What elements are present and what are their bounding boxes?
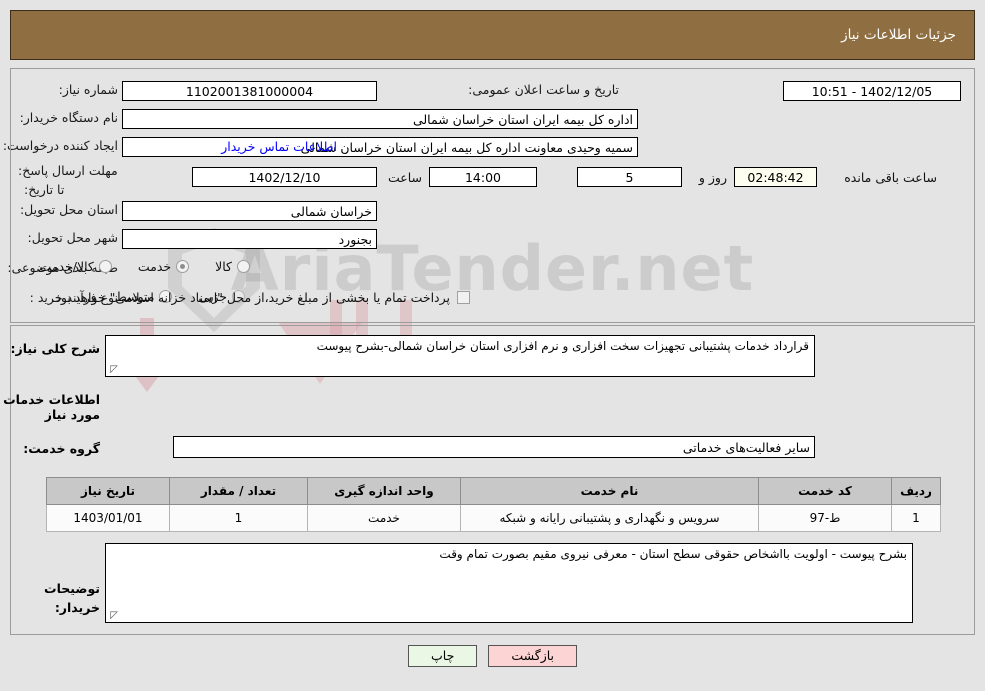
need-summary-label: شرح کلی نیاز:	[10, 341, 100, 356]
treasury-checkbox-icon[interactable]	[457, 291, 470, 304]
buyer-org-value: اداره کل بیمه ایران استان خراسان شمالی	[122, 109, 638, 129]
response-deadline-countdown: 02:48:42	[734, 167, 817, 187]
radio-kala-khedmat-icon[interactable]	[98, 260, 112, 273]
th-service-code: کد خدمت	[758, 477, 892, 505]
page-title-bar: جزئیات اطلاعات نیاز	[10, 10, 975, 60]
radio-khedmat-icon[interactable]	[176, 260, 190, 273]
delivery-province-value: خراسان شمالی	[122, 201, 377, 221]
radio-option-kala[interactable]: کالا	[215, 259, 250, 274]
th-row-no: ردیف	[891, 477, 941, 505]
response-deadline-label: مهلت ارسال پاسخ: تا تاریخ:	[18, 163, 118, 197]
cell-unit: خدمت	[307, 504, 461, 532]
th-unit: واحد اندازه گیری	[307, 477, 461, 505]
buyer-notes-label: توضیحات خریدار:	[44, 581, 100, 615]
th-need-date: تاریخ نیاز	[46, 477, 170, 505]
need-summary-textarea[interactable]: قرارداد خدمات پشتیبانی تجهیزات سخت افزار…	[105, 335, 815, 377]
treasury-checkbox-row[interactable]: پرداخت تمام یا بخشی از مبلغ خرید،از محل …	[51, 290, 470, 305]
resize-grip-icon-2[interactable]: ◸	[108, 611, 118, 621]
delivery-city-value: بجنورد	[122, 229, 377, 249]
buyer-notes-textarea[interactable]: بشرح پیوست - اولویت بااشخاص حقوقی سطح اس…	[105, 543, 913, 623]
cell-service-code: ط-97	[758, 504, 892, 532]
th-service-name: نام خدمت	[460, 477, 759, 505]
cell-need-date: 1403/01/01	[46, 504, 170, 532]
radio-kala-label: کالا	[215, 259, 232, 274]
cell-row-no: 1	[891, 504, 941, 532]
services-section-heading: اطلاعات خدمات مورد نیاز	[3, 392, 100, 422]
response-deadline-countdown-suffix: ساعت باقی مانده	[844, 170, 937, 185]
buyer-notes-value: بشرح پیوست - اولویت بااشخاص حقوقی سطح اس…	[439, 547, 907, 561]
table-row: 1 ط-97 سرویس و نگهداری و پشتیبانی رایانه…	[46, 504, 941, 532]
footer-button-bar: بازگشت چاپ	[0, 645, 985, 667]
page-title: جزئیات اطلاعات نیاز	[841, 27, 956, 43]
need-summary-value: قرارداد خدمات پشتیبانی تجهیزات سخت افزار…	[316, 339, 809, 353]
need-number-value: 1102001381000004	[122, 81, 377, 101]
buyer-contact-link[interactable]: اطلاعات تماس خریدار	[221, 139, 337, 154]
services-table-wrap: ردیف کد خدمت نام خدمت واحد اندازه گیری ت…	[46, 477, 941, 532]
radio-kala-khedmat-label: کالا/خدمت	[39, 259, 94, 274]
radio-option-khedmat[interactable]: خدمت	[137, 259, 190, 274]
services-table: ردیف کد خدمت نام خدمت واحد اندازه گیری ت…	[46, 477, 941, 532]
announce-datetime-label-wrap: تاریخ و ساعت اعلان عمومی:	[462, 82, 619, 97]
cell-service-name: سرویس و نگهداری و پشتیبانی رایانه و شبکه	[460, 504, 759, 532]
treasury-checkbox-label: پرداخت تمام یا بخشی از مبلغ خرید،از محل …	[51, 290, 450, 305]
page-root: AriaTender.net جزئیات اطلاعات نیاز شماره…	[0, 0, 985, 691]
request-creator-value: سمیه وحیدی معاونت اداره کل بیمه ایران اس…	[122, 137, 638, 157]
response-deadline-date: 1402/12/10	[192, 167, 377, 187]
announce-datetime-value: 10:51 - 1402/12/05	[783, 81, 961, 101]
table-header-row: ردیف کد خدمت نام خدمت واحد اندازه گیری ت…	[46, 477, 941, 505]
print-button[interactable]: چاپ	[408, 645, 478, 667]
cell-quantity: 1	[169, 504, 308, 532]
announce-datetime-label: تاریخ و ساعت اعلان عمومی:	[468, 82, 619, 97]
resize-grip-icon[interactable]: ◸	[108, 365, 118, 375]
radio-option-kala-khedmat[interactable]: کالا/خدمت	[39, 259, 112, 274]
response-deadline-days-suffix: روز و	[698, 170, 727, 185]
need-info-panel	[10, 68, 975, 323]
response-deadline-hour-label: ساعت	[387, 170, 422, 185]
response-deadline-days: 5	[577, 167, 682, 187]
radio-kala-icon[interactable]	[237, 260, 250, 273]
service-group-label: گروه خدمت:	[23, 441, 100, 456]
th-quantity: تعداد / مقدار	[169, 477, 308, 505]
response-deadline-hour: 14:00	[429, 167, 537, 187]
radio-khedmat-label: خدمت	[137, 259, 172, 274]
subject-category-options: کالا خدمت کالا/خدمت	[13, 259, 250, 274]
service-group-value: سایر فعالیت‌های خدماتی	[173, 436, 815, 458]
back-button[interactable]: بازگشت	[488, 645, 578, 667]
